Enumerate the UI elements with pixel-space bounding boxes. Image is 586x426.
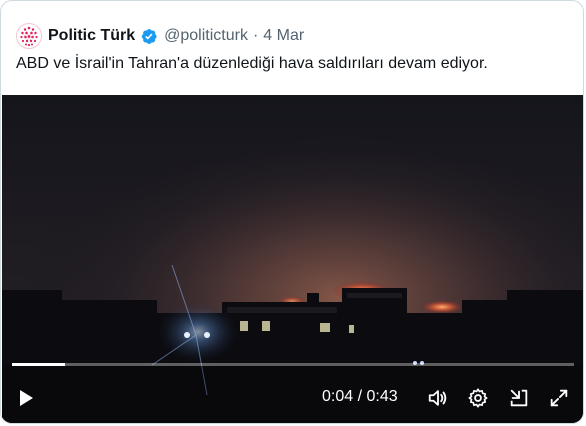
video-player[interactable]: 0:04 / 0:43 <box>2 95 583 423</box>
time-separator: / <box>357 388 363 405</box>
current-time: 0:04 <box>322 388 354 405</box>
tweet-header: Politic Türk @politicturk · 4 Mar <box>16 23 304 49</box>
tweet-card[interactable]: Politic Türk @politicturk · 4 Mar ABD ve… <box>0 0 584 424</box>
volume-button[interactable] <box>426 386 450 410</box>
video-controls: 0:04 / 0:43 <box>2 378 583 416</box>
avatar[interactable] <box>16 23 42 49</box>
time-display: 0:04 / 0:43 <box>322 388 398 406</box>
play-icon <box>20 390 33 406</box>
progress-fill <box>12 363 66 366</box>
separator-dot: · <box>252 27 259 44</box>
settings-icon <box>468 388 488 408</box>
fullscreen-icon <box>550 389 568 407</box>
author-handle[interactable]: @politicturk <box>164 27 248 45</box>
video-frame <box>2 95 583 423</box>
author-name[interactable]: Politic Türk <box>48 27 135 45</box>
tweet-date[interactable]: 4 Mar <box>263 27 304 45</box>
fullscreen-button[interactable] <box>547 386 571 410</box>
minimize-button[interactable] <box>507 386 531 410</box>
volume-icon <box>428 390 447 406</box>
tweet-text: ABD ve İsrail'in Tahran'a düzenlediği ha… <box>16 55 488 72</box>
play-button[interactable] <box>14 387 38 409</box>
settings-button[interactable] <box>466 386 490 410</box>
verified-icon <box>139 27 158 46</box>
progress-bar[interactable] <box>12 363 574 366</box>
minimize-icon <box>510 389 528 407</box>
duration: 0:43 <box>366 388 398 405</box>
